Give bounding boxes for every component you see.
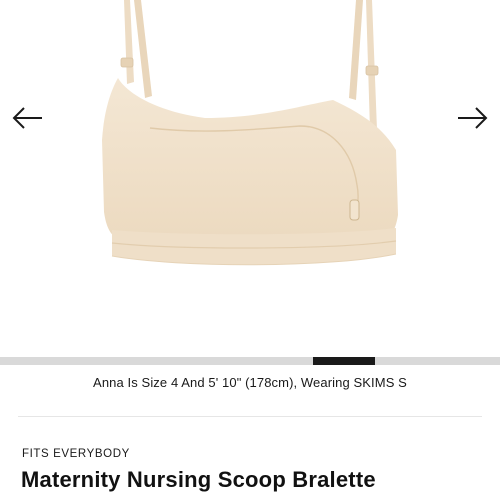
product-image-gallery[interactable]	[0, 0, 500, 355]
collection-label: FITS EVERYBODY	[22, 448, 130, 460]
gallery-progress-indicator[interactable]	[312, 357, 375, 365]
gallery-progress-bar[interactable]	[0, 357, 500, 365]
product-title: Maternity Nursing Scoop Bralette	[21, 467, 376, 492]
arrow-left-icon	[12, 107, 42, 129]
product-image	[102, 0, 398, 266]
arrow-right-icon	[458, 107, 488, 129]
previous-image-button[interactable]	[8, 98, 48, 138]
next-image-button[interactable]	[452, 98, 492, 138]
model-size-caption: Anna Is Size 4 And 5' 10" (178cm), Weari…	[93, 375, 407, 390]
divider	[18, 416, 482, 417]
